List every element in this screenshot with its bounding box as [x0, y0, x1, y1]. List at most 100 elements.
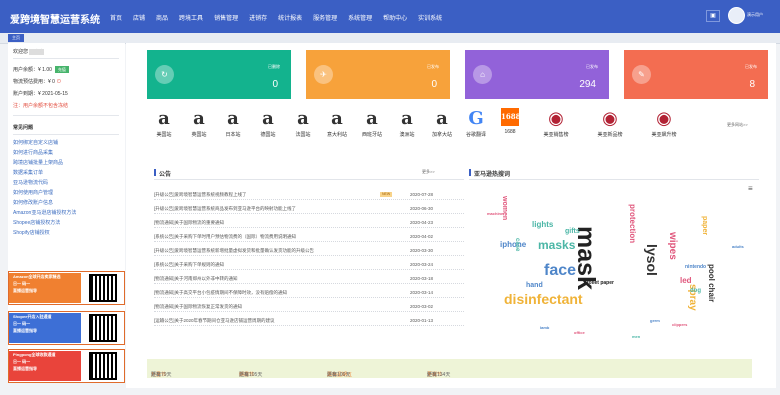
wc-word: nintendo [685, 264, 707, 270]
site-shortcuts: a 美国站 a 英国站 a 日本站 a 德国站 a 法国站 a 意大利站 a 西班牙站 a 澳洲… [144, 108, 759, 144]
wc-word: men [632, 334, 641, 339]
wc-word: pool chair [707, 264, 716, 303]
shop-icon: ⌂ [473, 65, 492, 84]
wc-word: dog [690, 288, 701, 294]
main-nav: 首页 店铺 商品 跨境工具 销售管理 进销存 统计报表 服务管理 系统管理 帮助… [110, 13, 453, 22]
site-it[interactable]: a 意大利站 [317, 108, 357, 138]
notice-more-link[interactable]: 更多>> [422, 169, 435, 175]
edit-icon: ✎ [632, 65, 651, 84]
stat-card-published-a[interactable]: ✈ 已发布 0 [306, 50, 450, 99]
amazon-icon: a [366, 108, 378, 129]
wc-word: paper [701, 216, 708, 236]
expire-row: 账户到期：¥ 2021-05-15 [13, 91, 68, 97]
shopee-ad[interactable]: Shopee开店入驻通道 日一 码一 直播运营指导 [8, 311, 125, 345]
pingpong-ad[interactable]: Pingpong全球收款通道 日一 码一 直播运营指导 [8, 349, 125, 383]
wc-word: lamb [540, 325, 550, 330]
notice-item[interactable]: [升级公告]爱跨境智慧运营系统视频教程上线了 NEW 2020-07-28 [154, 189, 464, 200]
hot-keywords-title: 亚马逊热搜词 [474, 172, 511, 178]
word-cloud: mask disinfectant face masks iphone ligh… [482, 184, 752, 349]
faq-link[interactable]: 数据采集订单 [13, 169, 76, 179]
amazon-icon: a [158, 108, 170, 129]
qr-code [89, 352, 117, 380]
main-content: ↻ 已删除 0 ✈ 已发布 0 ⌂ 已发布 294 ✎ 已发布 8 a 美国站 a… [126, 43, 776, 388]
wc-word: office [574, 330, 585, 335]
stat-card-published-c[interactable]: ✎ 已发布 8 [624, 50, 768, 99]
faq-link[interactable]: 如何绑定自定义店铺 [13, 139, 76, 149]
nav-tools[interactable]: 跨境工具 [179, 13, 203, 22]
notice-item[interactable]: [升级公告]爱跨境智慧运营系统新增批量虚拟发货和批量确认发货功能的升级公告 202… [154, 245, 464, 256]
refresh-icon: ↻ [155, 65, 174, 84]
amazon-icon: a [227, 108, 239, 129]
faq-link[interactable]: 跨境店铺批量上架商品 [13, 159, 76, 169]
faq-list: 如何绑定自定义店铺 如何进行商品采集 跨境店铺批量上架商品 数据采集订单 亚马逊… [13, 139, 76, 239]
site-new-releases[interactable]: ◉ 美亚新品榜 [590, 108, 630, 138]
nav-home[interactable]: 首页 [110, 13, 122, 22]
amazon-icon: a [401, 108, 413, 129]
faq-link[interactable]: 亚马逊物流代码 [13, 179, 76, 189]
nav-help[interactable]: 帮助中心 [383, 13, 407, 22]
wc-word: case [514, 238, 520, 252]
site-us[interactable]: a 美国站 [144, 108, 184, 138]
notice-item[interactable]: [物流通知]关于河南郑州以外非中转的通知 2020-03-18 [154, 273, 464, 284]
sidebar: 欢迎您 用户名 用户余额：¥ 1.00 充值 物流预估费用：¥ 0 ⊙ 账户到期：… [8, 43, 125, 383]
avatar[interactable] [728, 7, 745, 24]
wc-word: masks [538, 238, 576, 252]
balance-note: 注：用户余额不包含冻结 [13, 103, 69, 109]
tab-home[interactable]: 主页 [8, 34, 24, 42]
site-es[interactable]: a 西班牙站 [352, 108, 392, 138]
notice-item[interactable]: [运输公告]关于2020年春节期间仓亚马逊店铺运营周期的建议 2020-01-13 [154, 315, 464, 326]
stat-card-published-b[interactable]: ⌂ 已发布 294 [465, 50, 609, 99]
app-logo[interactable]: 爱跨境智慧运营系统 [10, 11, 100, 26]
recharge-button[interactable]: 充值 [54, 66, 69, 73]
faq-link[interactable]: Shopify店铺授权 [13, 229, 76, 239]
nav-inventory[interactable]: 进销存 [249, 13, 267, 22]
nav-system[interactable]: 系统管理 [348, 13, 372, 22]
notice-item[interactable]: [升级公告]爱跨境智慧运营系统商品发布到亚马逊平台的映射功能上线了 2020-06… [154, 203, 464, 214]
faq-link[interactable]: Shopee店铺授权方法 [13, 219, 76, 229]
wc-word: clippers [672, 322, 688, 327]
notice-item[interactable]: [物流通知]关于国际物流恢复正常发货的通知 2020-03-02 [154, 301, 464, 312]
nav-products[interactable]: 商品 [156, 13, 168, 22]
amazon-icon: a [331, 108, 343, 129]
stat-card-deleted[interactable]: ↻ 已删除 0 [147, 50, 291, 99]
notice-item[interactable]: [系统公告]关于采购下单规则的通知 2020-03-24 [154, 259, 464, 270]
wc-word: lights [532, 220, 554, 229]
notice-item[interactable]: [物流通知]关于高交平台小包疫情期间不保障时效，没有赔偿的通知 2020-03-1… [154, 287, 464, 298]
faq-link[interactable]: Amazon亚马逊店铺授权方法 [13, 209, 76, 219]
user-name[interactable]: 演示用户 [747, 12, 763, 18]
faq-link[interactable]: 如何使用商户管理 [13, 189, 76, 199]
nav-shop[interactable]: 店铺 [133, 13, 145, 22]
send-icon: ✈ [314, 65, 333, 84]
site-bestsellers[interactable]: ◉ 美亚销售榜 [536, 108, 576, 138]
new-badge: NEW [380, 192, 393, 197]
amazon-ad[interactable]: Amazon全球开店卖家精选 日一 码一 直播运营指导 [8, 271, 125, 305]
notice-item[interactable]: [物流通知]关于国际物流的重要通知 2020-04-23 [154, 217, 464, 228]
wc-word: lysol [644, 244, 660, 276]
site-de[interactable]: a 德国站 [248, 108, 288, 138]
faq-link[interactable]: 如何修改账户信息 [13, 199, 76, 209]
nav-sales[interactable]: 销售管理 [214, 13, 238, 22]
wc-word: adults [732, 244, 744, 249]
wc-word: gifts [565, 228, 580, 235]
nav-services[interactable]: 服务管理 [313, 13, 337, 22]
holiday-countdown: 距离 万圣节 还有79天 距离 感恩节 还有105天 距离 黑色星期五 还有106天 距离圣… [147, 359, 752, 378]
site-1688[interactable]: 1688 1688 [490, 108, 530, 135]
site-movers[interactable]: ◉ 美亚飙升榜 [644, 108, 684, 138]
notice-item[interactable]: [系统公告]关于采购下单时用户预估物流费的（国际）物流费用说明通知 2020-04… [154, 231, 464, 242]
wc-word: wipes [667, 232, 678, 260]
wc-word: disinfectant [504, 291, 583, 307]
qr-code [89, 274, 117, 302]
info-icon[interactable]: ⊙ [56, 79, 61, 85]
wc-word: toilet paper [587, 280, 614, 286]
wc-word: protection [628, 204, 637, 244]
more-sites-link[interactable]: 更多网站>> [727, 122, 748, 128]
faq-link[interactable]: 如何进行商品采集 [13, 149, 76, 159]
site-jp[interactable]: a 日本站 [213, 108, 253, 138]
us-flag-icon: ◉ [602, 108, 618, 129]
faq-title: 常见问题 [13, 125, 34, 131]
lock-icon[interactable]: ▣ [706, 10, 720, 22]
welcome-text: 欢迎您 用户名 [13, 49, 45, 55]
nav-training[interactable]: 实训系统 [418, 13, 442, 22]
nav-reports[interactable]: 统计报表 [278, 13, 302, 22]
site-au[interactable]: a 澳洲站 [387, 108, 427, 138]
